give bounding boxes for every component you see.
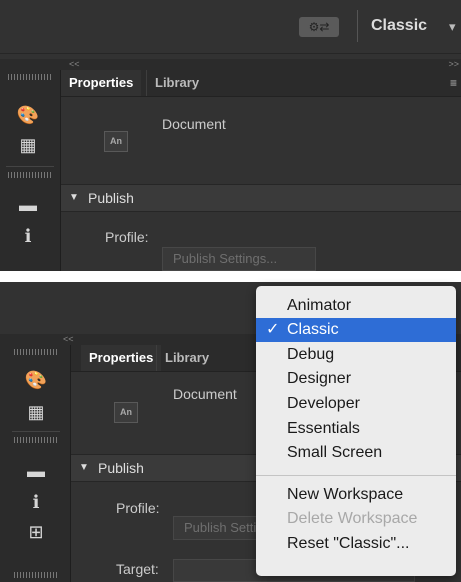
align-icon[interactable]: ▬ <box>14 194 42 216</box>
menu-item-delete-workspace: Delete Workspace <box>287 510 418 527</box>
divider <box>357 10 358 42</box>
triangle-down-icon: ▼ <box>79 462 89 473</box>
transform-icon[interactable]: ⊞ <box>22 521 50 543</box>
tab-properties[interactable]: Properties <box>61 70 142 96</box>
grip-handle[interactable] <box>14 349 58 355</box>
grid-icon[interactable]: ▦ <box>22 401 50 423</box>
workspace-layout-icon[interactable]: ⚙⇄ <box>299 17 339 37</box>
profile-label: Profile: <box>116 500 160 516</box>
menu-item-developer[interactable]: Developer <box>256 392 456 416</box>
triangle-down-icon: ▼ <box>69 192 79 203</box>
workspace-switcher-label[interactable]: Classic <box>371 17 427 35</box>
menu-item-classic[interactable]: ✓ Classic <box>256 318 456 342</box>
tab-library[interactable]: Library <box>146 70 207 96</box>
panel-before-menu: ⚙⇄ Classic ▾ << >> 🎨 ▦ ▬ ℹ Properties Li… <box>0 0 461 271</box>
divider <box>6 166 54 167</box>
animate-document-icon: An <box>104 131 128 152</box>
collapse-left-icon[interactable]: << <box>69 59 80 70</box>
menu-item-reset-classic[interactable]: Reset "Classic"... <box>256 532 456 556</box>
tab-library[interactable]: Library <box>156 345 217 371</box>
workspace-menu: Animator ✓ Classic Debug Designer Develop… <box>256 286 456 576</box>
document-label: Document <box>162 116 226 132</box>
publish-header-label: Publish <box>88 190 134 206</box>
color-palette-icon[interactable]: 🎨 <box>14 104 42 126</box>
panel-toolbar: 🎨 ▦ ▬ ℹ ⊞ <box>0 345 71 582</box>
menu-item-animator[interactable]: Animator <box>256 294 456 318</box>
workspace-bar: ⚙⇄ Classic ▾ <box>0 0 461 54</box>
grip-handle[interactable] <box>8 74 52 80</box>
collapse-strip: << >> <box>0 59 461 70</box>
menu-item-designer[interactable]: Designer <box>256 367 456 391</box>
info-icon[interactable]: ℹ <box>22 491 50 513</box>
tab-properties[interactable]: Properties <box>81 345 162 371</box>
menu-item-debug[interactable]: Debug <box>256 343 456 367</box>
chevron-down-icon[interactable]: ▾ <box>449 19 456 35</box>
collapse-left-icon[interactable]: << <box>63 334 74 345</box>
panel-menu-icon[interactable]: ≡ <box>450 76 457 90</box>
publish-settings-button[interactable]: Publish Settings... <box>162 247 316 271</box>
menu-item-essentials[interactable]: Essentials <box>256 417 456 441</box>
menu-item-small-screen[interactable]: Small Screen <box>256 441 456 465</box>
collapse-right-icon[interactable]: >> <box>448 59 459 70</box>
document-label: Document <box>173 386 237 402</box>
divider <box>12 431 60 432</box>
panel-tabs: Properties Library ≡ <box>61 70 461 97</box>
grip-handle[interactable] <box>14 572 58 578</box>
info-icon[interactable]: ℹ <box>14 225 42 247</box>
color-palette-icon[interactable]: 🎨 <box>22 369 50 391</box>
checkmark-icon: ✓ <box>266 321 280 338</box>
grid-icon[interactable]: ▦ <box>14 134 42 156</box>
animate-document-icon: An <box>114 402 138 423</box>
publish-header-label: Publish <box>98 460 144 476</box>
target-label: Target: <box>116 561 159 577</box>
grip-handle[interactable] <box>14 437 58 443</box>
menu-item-new-workspace[interactable]: New Workspace <box>256 483 456 507</box>
panel-toolbar: 🎨 ▦ ▬ ℹ <box>0 70 61 271</box>
publish-section-header[interactable]: ▼ Publish <box>61 184 461 212</box>
profile-label: Profile: <box>105 229 149 245</box>
align-icon[interactable]: ▬ <box>22 460 50 482</box>
grip-handle[interactable] <box>8 172 52 178</box>
menu-separator <box>256 475 456 476</box>
